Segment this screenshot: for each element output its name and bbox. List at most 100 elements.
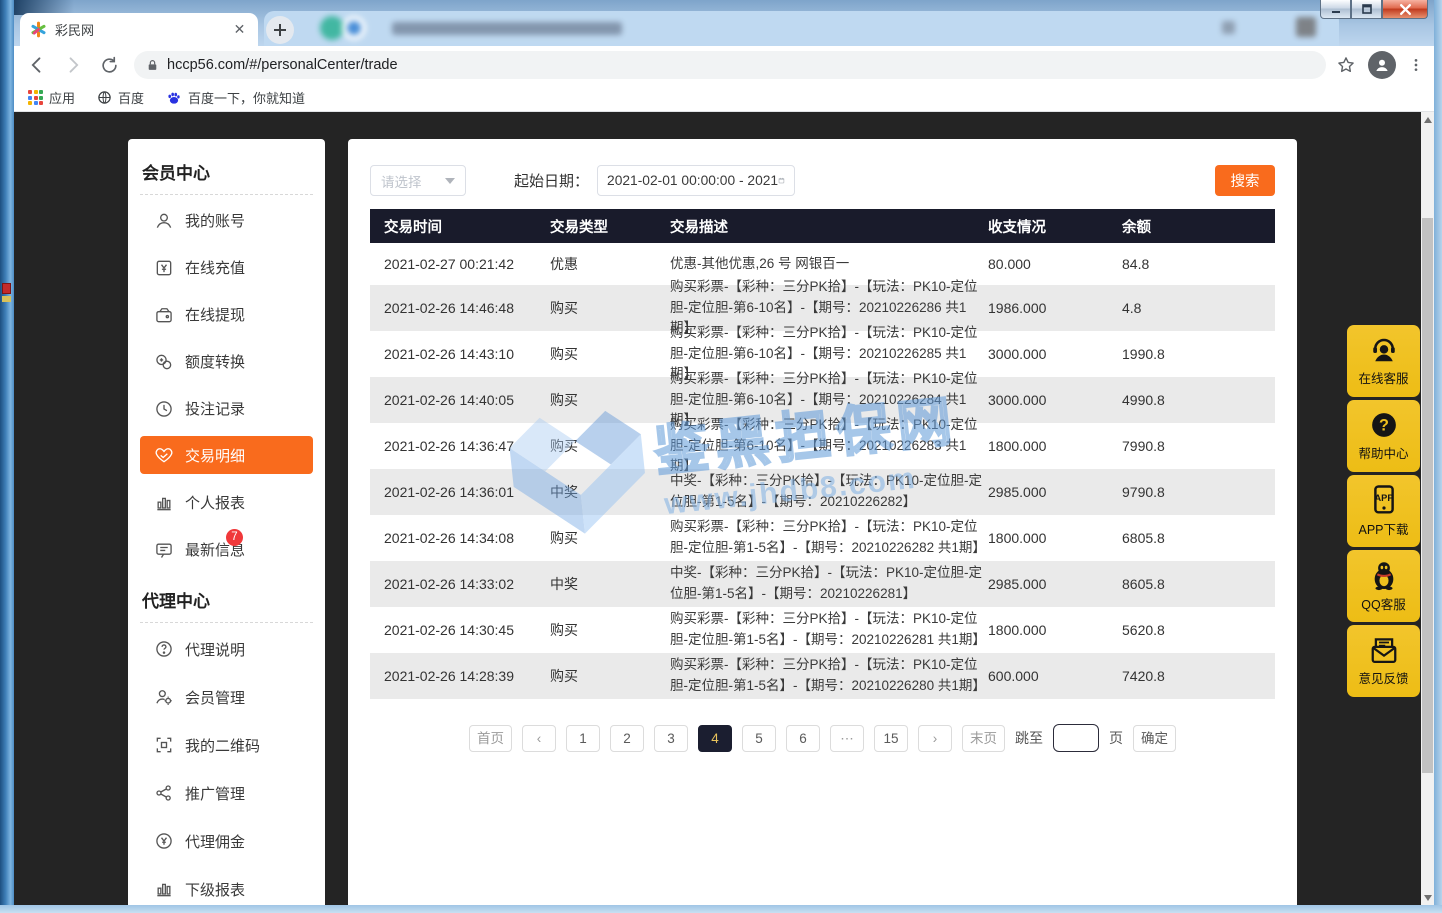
search-button[interactable]: 搜索 xyxy=(1215,165,1275,196)
bookmark-baidu-label: 百度 xyxy=(118,88,144,107)
sidebar-item-personal-report[interactable]: 个人报表 xyxy=(128,479,325,526)
scrollbar-thumb[interactable] xyxy=(1422,218,1433,773)
sidebar-item-trade-detail[interactable]: 交易明细 xyxy=(140,436,313,474)
news-badge: 7 xyxy=(226,529,243,546)
svg-text:APP: APP xyxy=(1374,493,1393,503)
forward-button[interactable] xyxy=(60,52,86,78)
sidebar-item-member-manage[interactable]: 会员管理 xyxy=(128,673,325,721)
clock-icon xyxy=(154,399,174,419)
apps-grid-icon xyxy=(28,90,43,105)
convert-coins-icon xyxy=(154,352,174,372)
scroll-down-icon[interactable] xyxy=(1421,890,1434,905)
wallet-icon xyxy=(154,305,174,325)
pagination: 首页 ‹ 1 2 3 4 5 6 ⋯ 15 › 末页 跳至 页 确定 xyxy=(370,724,1275,752)
bookmark-baidu[interactable]: 百度 xyxy=(97,88,144,107)
new-tab-button[interactable] xyxy=(266,16,294,44)
page-button-6[interactable]: 6 xyxy=(786,725,820,752)
background-window-tab-title xyxy=(392,22,622,35)
page-button-3[interactable]: 3 xyxy=(654,725,688,752)
feedback-envelope-icon xyxy=(1368,635,1400,665)
background-window-favicon xyxy=(320,16,344,40)
calendar-icon xyxy=(778,173,785,188)
scroll-up-icon[interactable] xyxy=(1421,112,1434,127)
table-row: 2021-02-26 14:30:45 购买 购买彩票-【彩种：三分PK拾】-【… xyxy=(370,607,1275,653)
page-button-15[interactable]: 15 xyxy=(874,725,908,752)
filter-row: 请选择 起始日期： 2021-02-01 00:00:00 - 2021 搜索 xyxy=(370,165,1275,196)
jump-page-input[interactable] xyxy=(1053,724,1099,752)
url-text: hccp56.com/#/personalCenter/trade xyxy=(167,57,398,73)
feedback-button[interactable]: 意见反馈 xyxy=(1347,625,1420,697)
page-prev-button[interactable]: ‹ xyxy=(522,725,556,752)
page-viewport: 会员中心 我的账号 在线充值 在线提现 额度转换 xyxy=(14,112,1421,905)
browser-tab[interactable]: 彩民网 ✕ xyxy=(20,13,258,46)
bookmark-apps[interactable]: 应用 xyxy=(28,88,75,107)
page-button-5[interactable]: 5 xyxy=(742,725,776,752)
customer-service-icon xyxy=(1368,335,1400,365)
site-favicon-star-icon xyxy=(30,21,47,38)
window-controls xyxy=(1320,0,1428,19)
profile-avatar[interactable] xyxy=(1368,51,1396,79)
member-center-title: 会员中心 xyxy=(128,155,325,194)
page-ellipsis[interactable]: ⋯ xyxy=(830,725,864,752)
recharge-icon xyxy=(154,258,174,278)
chevron-down-icon xyxy=(445,178,455,184)
jump-label: 跳至 xyxy=(1015,728,1043,748)
jump-confirm-button[interactable]: 确定 xyxy=(1133,725,1176,752)
message-icon xyxy=(154,540,174,560)
qrcode-icon xyxy=(154,735,174,755)
sidebar-item-news[interactable]: 最新信息 7 xyxy=(128,526,325,573)
page-scrollbar[interactable] xyxy=(1421,112,1434,905)
page-button-1[interactable]: 1 xyxy=(566,725,600,752)
sidebar-item-account[interactable]: 我的账号 xyxy=(128,197,325,244)
type-select[interactable]: 请选择 xyxy=(370,165,466,196)
online-service-button[interactable]: 在线客服 xyxy=(1347,325,1420,397)
close-button[interactable] xyxy=(1382,0,1428,19)
sidebar-item-convert[interactable]: 额度转换 xyxy=(128,338,325,385)
page-first-button[interactable]: 首页 xyxy=(469,725,512,752)
page-button-4-active[interactable]: 4 xyxy=(698,725,732,752)
minimize-button[interactable] xyxy=(1320,0,1351,19)
table-row: 2021-02-26 14:33:02 中奖 中奖-【彩种：三分PK拾】-【玩法… xyxy=(370,561,1275,607)
bookmark-baidu-search[interactable]: 百度一下，你就知道 xyxy=(166,88,305,107)
browser-toolbar: hccp56.com/#/personalCenter/trade xyxy=(14,46,1434,84)
tab-close-icon[interactable]: ✕ xyxy=(231,21,248,38)
page-unit-label: 页 xyxy=(1109,728,1123,748)
reload-button[interactable] xyxy=(96,52,122,78)
background-window-favicon-2 xyxy=(342,16,366,40)
date-range-input[interactable]: 2021-02-01 00:00:00 - 2021 xyxy=(597,165,795,196)
app-download-icon: APP xyxy=(1369,484,1399,516)
sidebar-item-withdraw[interactable]: 在线提现 xyxy=(128,291,325,338)
sidebar-item-agent-info[interactable]: 代理说明 xyxy=(128,625,325,673)
desktop-icon xyxy=(2,283,11,294)
help-icon: ? xyxy=(1369,410,1399,440)
page-last-button[interactable]: 末页 xyxy=(962,725,1005,752)
sidebar-item-recharge[interactable]: 在线充值 xyxy=(128,244,325,291)
sidebar-item-commission[interactable]: 代理佣金 xyxy=(128,817,325,865)
app-download-button[interactable]: APP APP下载 xyxy=(1347,475,1420,547)
browser-chrome: 彩民网 ✕ xyxy=(14,0,1434,112)
browser-menu-icon[interactable] xyxy=(1408,56,1424,74)
trade-heart-icon xyxy=(154,445,174,465)
table-row: 2021-02-26 14:28:39 购买 购买彩票-【彩种：三分PK拾】-【… xyxy=(370,653,1275,699)
qq-service-button[interactable]: QQ客服 xyxy=(1347,550,1420,622)
sidebar-item-sub-report[interactable]: 下级报表 xyxy=(128,865,325,905)
main-content: 请选择 起始日期： 2021-02-01 00:00:00 - 2021 搜索 … xyxy=(348,139,1297,905)
bookmark-star-icon[interactable] xyxy=(1336,55,1356,75)
help-center-button[interactable]: ? 帮助中心 xyxy=(1347,400,1420,472)
account-icon xyxy=(154,211,174,231)
maximize-button[interactable] xyxy=(1351,0,1382,19)
desktop-edge xyxy=(0,0,14,913)
bookmarks-bar: 应用 百度 百度一下，你就知道 xyxy=(14,84,1434,112)
back-button[interactable] xyxy=(24,52,50,78)
toolbar-right xyxy=(1326,51,1434,79)
sidebar-item-bet-record[interactable]: 投注记录 xyxy=(128,385,325,432)
sidebar-item-promotion[interactable]: 推广管理 xyxy=(128,769,325,817)
address-bar[interactable]: hccp56.com/#/personalCenter/trade xyxy=(134,51,1326,79)
member-manage-icon xyxy=(154,687,174,707)
titlebar: 彩民网 ✕ xyxy=(14,0,1434,46)
page-next-button[interactable]: › xyxy=(918,725,952,752)
page-button-2[interactable]: 2 xyxy=(610,725,644,752)
background-window xyxy=(264,11,1339,46)
sidebar: 会员中心 我的账号 在线充值 在线提现 额度转换 xyxy=(128,139,325,905)
sidebar-item-qrcode[interactable]: 我的二维码 xyxy=(128,721,325,769)
